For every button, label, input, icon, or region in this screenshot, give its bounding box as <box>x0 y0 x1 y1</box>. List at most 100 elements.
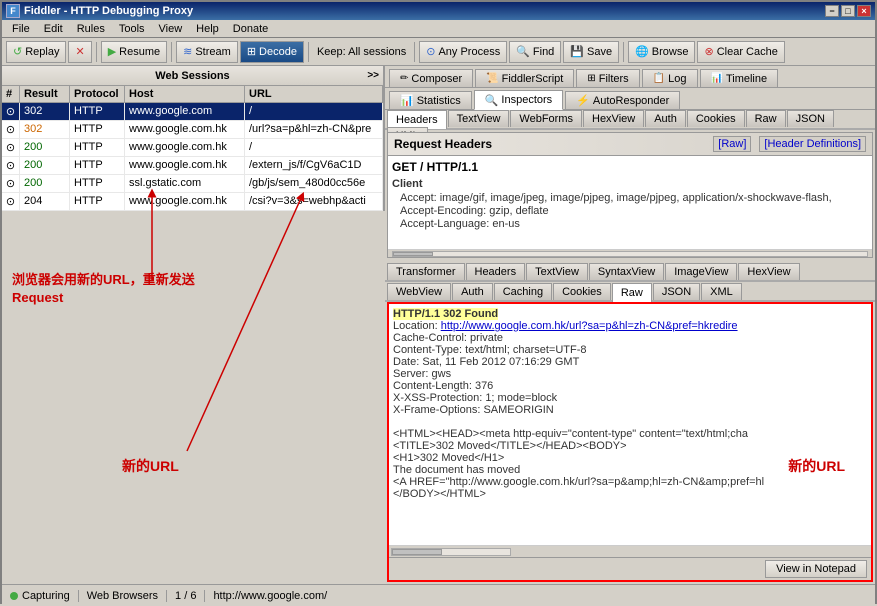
process-icon: ⊙ <box>426 45 435 58</box>
scroll-indicator <box>388 249 872 257</box>
menu-view[interactable]: View <box>153 22 189 36</box>
separator4 <box>414 42 415 62</box>
separator3 <box>308 42 309 62</box>
menu-file[interactable]: File <box>6 22 36 36</box>
json2-tab[interactable]: JSON <box>653 283 700 300</box>
resume-icon: ▶ <box>108 45 116 58</box>
hscroll-track[interactable] <box>392 251 868 257</box>
response-line6: Server: gws <box>393 368 867 380</box>
composer-icon: ✏ <box>400 73 408 84</box>
row-icon: ⊙ <box>2 175 20 192</box>
tab-fiddlerscript[interactable]: 📜 FiddlerScript <box>475 69 574 87</box>
sessions-table: # Result Protocol Host URL ⊙ 302 HTTP ww… <box>2 86 383 211</box>
second-tab-bar: 📊 Statistics 🔍 Inspectors ⚡ AutoResponde… <box>385 88 875 110</box>
location-url[interactable]: http://www.google.com.hk/url?sa=p&hl=zh-… <box>441 320 738 332</box>
method-line: GET / HTTP/1.1 <box>392 160 868 174</box>
webview-tab[interactable]: WebView <box>387 283 451 300</box>
tab-inspectors[interactable]: 🔍 Inspectors <box>474 90 563 110</box>
minimize-button[interactable]: − <box>825 5 839 17</box>
maximize-button[interactable]: □ <box>841 5 855 17</box>
caching-tab[interactable]: Caching <box>494 283 552 300</box>
hscroll-thumb[interactable] <box>393 252 433 256</box>
raw2-tab[interactable]: Raw <box>612 283 652 302</box>
response-line14: The document has moved <box>393 464 867 476</box>
row-host: www.google.com.hk <box>125 139 245 156</box>
row-host: www.google.com.hk <box>125 157 245 174</box>
row-host: ssl.gstatic.com <box>125 175 245 192</box>
menu-donate[interactable]: Donate <box>227 22 274 36</box>
menu-edit[interactable]: Edit <box>38 22 69 36</box>
col-num: # <box>2 86 20 102</box>
subtab-textview[interactable]: TextView <box>448 110 510 127</box>
close-button[interactable]: × <box>857 5 871 17</box>
row-result: 200 <box>20 157 70 174</box>
tab-log[interactable]: 📋 Log <box>642 69 698 87</box>
row-url: / <box>245 139 383 156</box>
table-row[interactable]: ⊙ 302 HTTP www.google.com.hk /url?sa=p&h… <box>2 121 383 139</box>
imageview-tab[interactable]: ImageView <box>665 263 737 280</box>
left-panel: Web Sessions >> # Result Protocol Host U… <box>2 66 385 211</box>
table-row[interactable]: ⊙ 200 HTTP ssl.gstatic.com /gb/js/sem_48… <box>2 175 383 193</box>
tab-timeline[interactable]: 📊 Timeline <box>700 69 779 87</box>
response-line12: <TITLE>302 Moved</TITLE></HEAD><BODY> <box>393 440 867 452</box>
col-protocol: Protocol <box>70 86 125 102</box>
stream-icon: ≋ <box>183 45 192 58</box>
view-in-notepad-button[interactable]: View in Notepad <box>765 560 867 578</box>
headers-tab[interactable]: Headers <box>466 263 526 280</box>
save-button[interactable]: 💾 Save <box>563 41 619 63</box>
resp-scroll-thumb[interactable] <box>392 549 442 555</box>
panel-collapse-arrow[interactable]: >> <box>367 70 379 81</box>
response-hscroll <box>389 545 871 557</box>
row-url: /gb/js/sem_480d0cc56e <box>245 175 383 192</box>
raw-link[interactable]: [Raw] <box>713 136 751 152</box>
response-sub-tab-bar: WebView Auth Caching Cookies Raw JSON XM… <box>385 282 875 302</box>
auth2-tab[interactable]: Auth <box>452 283 493 300</box>
row-icon: ⊙ <box>2 121 20 138</box>
tab-composer[interactable]: ✏ Composer <box>389 69 473 87</box>
subtab-webforms[interactable]: WebForms <box>510 110 582 127</box>
timeline-icon: 📊 <box>711 73 723 84</box>
subtab-hexview[interactable]: HexView <box>583 110 644 127</box>
x-button[interactable]: ✕ <box>68 41 91 63</box>
subtab-raw[interactable]: Raw <box>746 110 786 127</box>
menu-help[interactable]: Help <box>190 22 225 36</box>
app-icon: F <box>6 4 20 18</box>
table-row[interactable]: ⊙ 302 HTTP www.google.com / <box>2 103 383 121</box>
response-line10 <box>393 416 867 428</box>
browse-button[interactable]: 🌐 Browse <box>628 41 695 63</box>
tab-autoresponder[interactable]: ⚡ AutoResponder <box>565 91 680 109</box>
table-row[interactable]: ⊙ 200 HTTP www.google.com.hk /extern_js/… <box>2 157 383 175</box>
hexview2-tab[interactable]: HexView <box>738 263 799 280</box>
page-info: 1 / 6 <box>175 590 205 602</box>
syntaxview-tab[interactable]: SyntaxView <box>589 263 664 280</box>
resume-button[interactable]: ▶ Resume <box>101 41 167 63</box>
table-row[interactable]: ⊙ 204 HTTP www.google.com.hk /csi?v=3&s=… <box>2 193 383 211</box>
tab-statistics[interactable]: 📊 Statistics <box>389 91 472 109</box>
subtab-auth[interactable]: Auth <box>645 110 686 127</box>
table-row[interactable]: ⊙ 200 HTTP www.google.com.hk / <box>2 139 383 157</box>
top-tab-bar: ✏ Composer 📜 FiddlerScript ⊞ Filters 📋 L… <box>385 66 875 88</box>
resp-scroll-track[interactable] <box>391 548 511 556</box>
menu-tools[interactable]: Tools <box>113 22 151 36</box>
tab-filters[interactable]: ⊞ Filters <box>576 69 639 87</box>
any-process-button[interactable]: ⊙ Any Process <box>419 41 507 63</box>
subtab-cookies[interactable]: Cookies <box>687 110 745 127</box>
xml2-tab[interactable]: XML <box>701 283 742 300</box>
replay-button[interactable]: ↺ Replay <box>6 41 66 63</box>
stream-button[interactable]: ≋ Stream <box>176 41 238 63</box>
clear-cache-button[interactable]: ⊗ Clear Cache <box>697 41 784 63</box>
row-url: /extern_js/f/CgV6aC1D <box>245 157 383 174</box>
decode-button[interactable]: ⊞ Decode <box>240 41 304 63</box>
statistics-icon: 📊 <box>400 94 414 107</box>
header-defs-link[interactable]: [Header Definitions] <box>759 136 866 152</box>
decode-icon: ⊞ <box>247 45 256 58</box>
response-line16: </BODY></HTML> <box>393 488 867 500</box>
cookies2-tab[interactable]: Cookies <box>553 283 611 300</box>
textview-tab[interactable]: TextView <box>526 263 588 280</box>
find-button[interactable]: 🔍 Find <box>509 41 561 63</box>
menu-rules[interactable]: Rules <box>71 22 111 36</box>
subtab-json[interactable]: JSON <box>787 110 834 127</box>
log-icon: 📋 <box>653 73 665 84</box>
web-sessions-header: Web Sessions >> <box>2 66 383 86</box>
transformer-tab[interactable]: Transformer <box>387 263 465 280</box>
